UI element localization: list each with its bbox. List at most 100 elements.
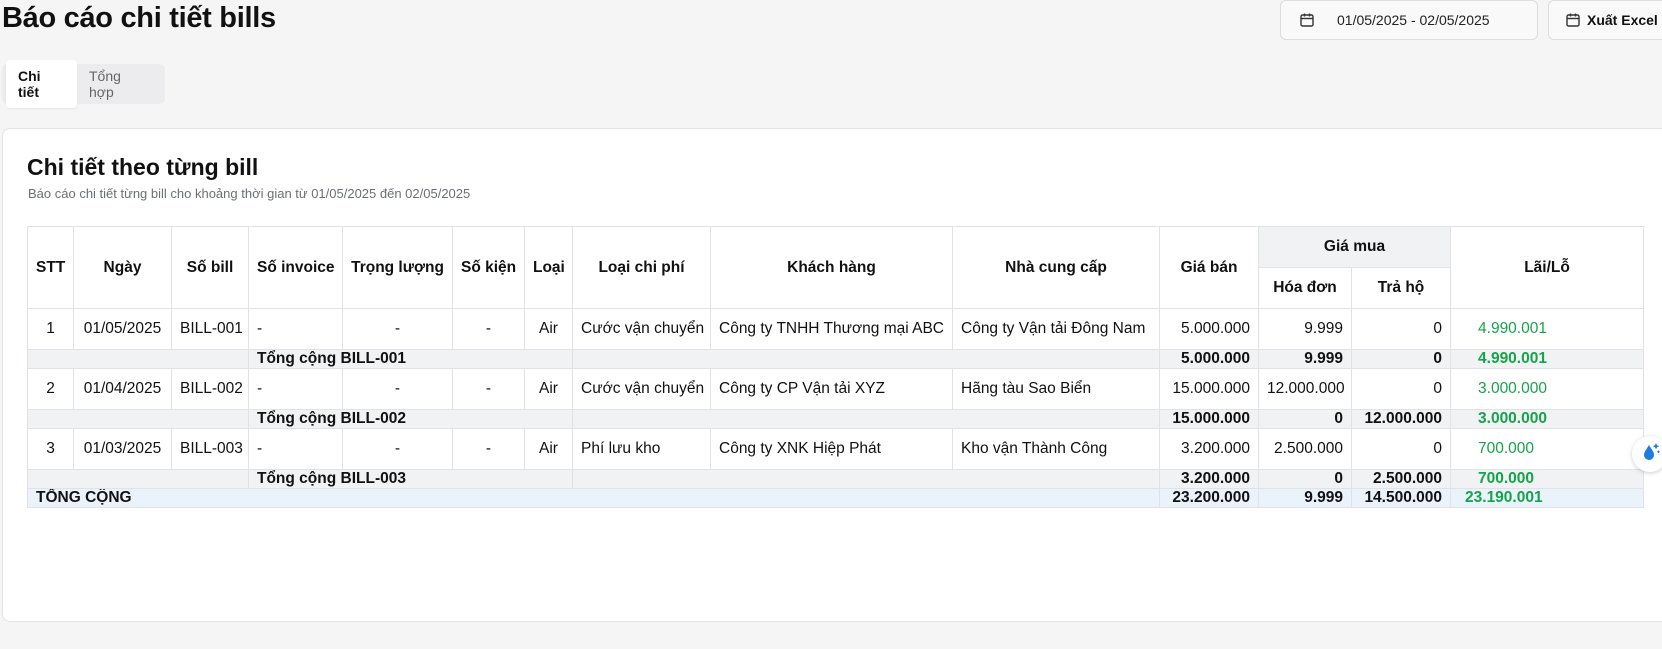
subtotal-hoa-don: 0: [1258, 469, 1352, 489]
cell-nha-cung-cap: Công ty Vận tải Đông Nam: [952, 308, 1160, 350]
cell-so-bill: BILL-001: [171, 308, 249, 350]
cell-hoa-don: 2.500.000: [1258, 428, 1352, 470]
col-header-loai-chi-phi: Loại chi phí: [572, 226, 711, 309]
cell-khach-hang: Công ty XNK Hiệp Phát: [710, 428, 953, 470]
card-title: Chi tiết theo từng bill: [27, 154, 259, 180]
subtotal-label: Tổng cộng BILL-003: [248, 469, 573, 489]
export-excel-button[interactable]: Xuất Excel: [1548, 0, 1662, 40]
cell-gia-ban: 5.000.000: [1159, 308, 1259, 350]
cell-loai: Air: [524, 428, 573, 470]
grand-total-tra-ho: 14.500.000: [1350, 488, 1452, 508]
cell-lai-lo: 3.000.000: [1450, 368, 1645, 410]
col-header-stt: STT: [27, 226, 74, 309]
cell-loai: Air: [524, 308, 573, 350]
cell-lai-lo: 4.990.001: [1450, 308, 1645, 350]
cell-nha-cung-cap: Hãng tàu Sao Biển: [952, 368, 1160, 410]
cell-hoa-don: 12.000.000: [1258, 368, 1352, 410]
grand-total-label: TỔNG CỘNG: [27, 488, 1160, 508]
cell-trong-luong: -: [342, 368, 453, 410]
subtotal-tra-ho: 12.000.000: [1350, 409, 1452, 429]
subtotal-lai-lo: 3.000.000: [1450, 409, 1645, 429]
cell-loai: Air: [524, 368, 573, 410]
col-header-khach-hang: Khách hàng: [710, 226, 953, 309]
grand-total-gia-ban: 23.200.000: [1159, 488, 1259, 508]
subtotal-lai-lo: 700.000: [1450, 469, 1645, 489]
col-header-so-bill: Số bill: [171, 226, 249, 309]
page-title: Báo cáo chi tiết bills: [2, 2, 276, 34]
subtotal-gia-ban: 15.000.000: [1159, 409, 1259, 429]
water-drop-sparkle-icon: [1640, 441, 1662, 468]
cell-khach-hang: Công ty CP Vận tải XYZ: [710, 368, 953, 410]
tab-chi-tiet[interactable]: Chi tiết: [6, 60, 77, 108]
cell-tra-ho: 0: [1350, 428, 1452, 470]
cell-gia-ban: 3.200.000: [1159, 428, 1259, 470]
cell-so-bill: BILL-002: [171, 368, 249, 410]
col-header-gia-ban: Giá bán: [1159, 226, 1259, 309]
grand-total-row: TỔNG CỘNG 23.200.000 9.999 14.500.000 23…: [27, 488, 1645, 508]
grand-total-lai-lo: 23.190.001: [1450, 488, 1645, 508]
col-header-gia-mua: Giá mua: [1257, 226, 1452, 268]
table-row: 3 01/03/2025 BILL-003 - - - Air Phí lưu …: [27, 428, 1645, 470]
cell-trong-luong: -: [342, 428, 453, 470]
cell-so-bill: BILL-003: [171, 428, 249, 470]
subtotal-tra-ho: 0: [1350, 349, 1452, 369]
date-range-value: 01/05/2025 - 02/05/2025: [1337, 12, 1490, 28]
cell-ngay: 01/03/2025: [73, 428, 172, 470]
floating-assistant-button[interactable]: [1632, 436, 1662, 472]
cell-stt: 2: [27, 368, 74, 410]
cell-so-kien: -: [452, 368, 525, 410]
cell-loai-chi-phi: Cước vận chuyển: [572, 308, 711, 350]
subtotal-gia-ban: 3.200.000: [1159, 469, 1259, 489]
col-header-nha-cung-cap: Nhà cung cấp: [952, 226, 1160, 309]
cell-so-invoice: -: [248, 428, 343, 470]
cell-so-kien: -: [452, 428, 525, 470]
col-header-hoa-don: Hóa đơn: [1258, 267, 1352, 309]
subtotal-tra-ho: 2.500.000: [1350, 469, 1452, 489]
cell-tra-ho: 0: [1350, 368, 1452, 410]
cell-stt: 1: [27, 308, 74, 350]
col-header-trong-luong: Trọng lượng: [342, 226, 453, 309]
tab-tong-hop[interactable]: Tổng hợp: [77, 60, 161, 108]
subtotal-row: Tổng cộng BILL-001 5.000.000 9.999 0 4.9…: [27, 349, 1645, 369]
cell-ngay: 01/05/2025: [73, 308, 172, 350]
bill-detail-table: STT Ngày Số bill Số invoice Trọng lượng …: [27, 226, 1645, 508]
col-header-tra-ho: Trả hộ: [1350, 267, 1452, 309]
cell-loai-chi-phi: Phí lưu kho: [572, 428, 711, 470]
cell-trong-luong: -: [342, 308, 453, 350]
view-tabs: Chi tiết Tổng hợp: [2, 60, 165, 108]
cell-stt: 3: [27, 428, 74, 470]
grand-total-hoa-don: 9.999: [1258, 488, 1352, 508]
table-header-row: STT Ngày Số bill Số invoice Trọng lượng …: [27, 226, 1645, 309]
calendar-icon: [1565, 12, 1581, 28]
col-header-ngay: Ngày: [73, 226, 172, 309]
table-row: 1 01/05/2025 BILL-001 - - - Air Cước vận…: [27, 308, 1645, 350]
subtotal-row: Tổng cộng BILL-002 15.000.000 0 12.000.0…: [27, 409, 1645, 429]
subtotal-hoa-don: 9.999: [1258, 349, 1352, 369]
cell-so-invoice: -: [248, 368, 343, 410]
date-range-picker[interactable]: 01/05/2025 - 02/05/2025: [1280, 0, 1538, 40]
table-row: 2 01/04/2025 BILL-002 - - - Air Cước vận…: [27, 368, 1645, 410]
cell-khach-hang: Công ty TNHH Thương mại ABC: [710, 308, 953, 350]
cell-tra-ho: 0: [1350, 308, 1452, 350]
cell-so-invoice: -: [248, 308, 343, 350]
cell-so-kien: -: [452, 308, 525, 350]
col-header-so-invoice: Số invoice: [248, 226, 343, 309]
card-description: Báo cáo chi tiết từng bill cho khoảng th…: [28, 186, 471, 201]
subtotal-row: Tổng cộng BILL-003 3.200.000 0 2.500.000…: [27, 469, 1645, 489]
cell-gia-ban: 15.000.000: [1159, 368, 1259, 410]
bill-detail-card: Chi tiết theo từng bill Báo cáo chi tiết…: [2, 128, 1662, 622]
export-excel-label: Xuất Excel: [1587, 12, 1658, 28]
subtotal-label: Tổng cộng BILL-002: [248, 409, 573, 429]
col-header-loai: Loại: [524, 226, 573, 309]
col-header-lai-lo: Lãi/Lỗ: [1450, 226, 1645, 309]
cell-lai-lo: 700.000: [1450, 428, 1645, 470]
cell-ngay: 01/04/2025: [73, 368, 172, 410]
subtotal-gia-ban: 5.000.000: [1159, 349, 1259, 369]
cell-hoa-don: 9.999: [1258, 308, 1352, 350]
subtotal-label: Tổng cộng BILL-001: [248, 349, 573, 369]
cell-loai-chi-phi: Cước vận chuyển: [572, 368, 711, 410]
cell-nha-cung-cap: Kho vận Thành Công: [952, 428, 1160, 470]
calendar-icon: [1299, 12, 1315, 28]
subtotal-hoa-don: 0: [1258, 409, 1352, 429]
col-header-so-kien: Số kiện: [452, 226, 525, 309]
